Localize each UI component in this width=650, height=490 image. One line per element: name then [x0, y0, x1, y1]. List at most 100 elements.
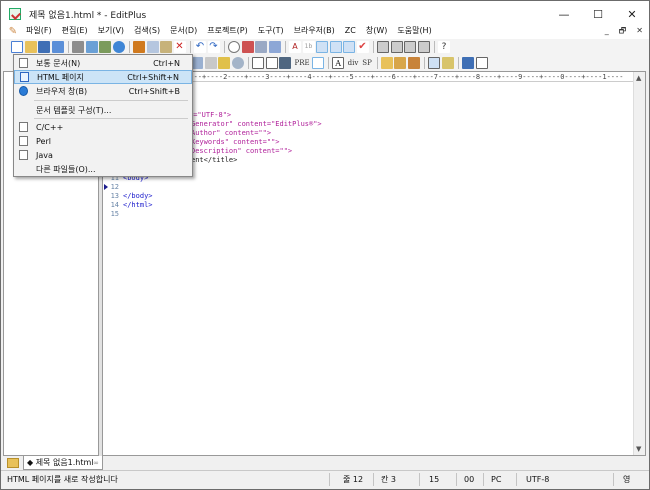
- toolbar-separator: [285, 41, 286, 53]
- spell-check-icon[interactable]: [99, 41, 111, 53]
- status-line-ending[interactable]: PC: [491, 474, 501, 486]
- save-all-icon[interactable]: [51, 41, 64, 53]
- browser-icon[interactable]: [112, 41, 125, 53]
- status-value: 00: [464, 475, 475, 484]
- status-bar: HTML 페이지를 새로 작성합니다 줄 12 칸 3 15 00 PC UTF…: [1, 470, 649, 489]
- html-preview-icon[interactable]: [462, 57, 475, 69]
- code-text: </html>: [123, 201, 153, 209]
- menu-zc[interactable]: ZC: [340, 23, 361, 39]
- menu-project[interactable]: 프로젝트(P): [202, 23, 253, 39]
- menu-item-label: HTML 페이지: [37, 72, 84, 82]
- status-encoding[interactable]: UTF-8: [526, 474, 549, 486]
- status-message: HTML 페이지를 새로 작성합니다: [7, 475, 118, 484]
- word-wrap-icon[interactable]: [316, 41, 328, 53]
- folder-icon[interactable]: [7, 458, 19, 468]
- font-icon[interactable]: A: [289, 41, 301, 53]
- status-divider: [373, 473, 374, 486]
- find-in-files-icon[interactable]: [268, 41, 281, 53]
- print-icon[interactable]: [72, 41, 84, 53]
- mdi-close-button[interactable]: ✕: [636, 23, 643, 39]
- vertical-scrollbar[interactable]: ▲ ▼: [633, 72, 645, 455]
- code-text: Description" content="">: [191, 147, 293, 155]
- html-color-icon[interactable]: [407, 57, 420, 69]
- html-font-icon[interactable]: A: [332, 57, 345, 69]
- find-icon[interactable]: [228, 41, 240, 53]
- open-folder-icon[interactable]: [24, 41, 37, 53]
- new-file-icon[interactable]: [11, 41, 23, 53]
- editplus-window: 제목 없음1.html * - EditPlus — ☐ ✕ ✎ 파일(F) 편…: [0, 0, 650, 490]
- fullscreen-icon[interactable]: [417, 41, 430, 53]
- save-icon[interactable]: [38, 41, 50, 53]
- code-line: 14 </html>: [103, 201, 631, 210]
- menu-browser[interactable]: 브라우저(B): [289, 23, 340, 39]
- menu-item-java[interactable]: Java: [14, 148, 192, 162]
- context-help-icon[interactable]: ?: [438, 41, 450, 53]
- perl-file-icon: [19, 136, 28, 146]
- mdi-restore-button[interactable]: 🗗: [619, 23, 627, 39]
- html-frame-icon[interactable]: [428, 57, 441, 69]
- line-number-icon[interactable]: [329, 41, 342, 53]
- html-style-icon[interactable]: [380, 57, 393, 69]
- code-line: 15: [103, 210, 631, 219]
- menu-search[interactable]: 검색(S): [129, 23, 165, 39]
- menu-file[interactable]: 파일(F): [21, 23, 57, 39]
- status-divider: [516, 473, 517, 486]
- paste-icon[interactable]: [160, 41, 172, 53]
- html-toolbar-options-icon[interactable]: [475, 57, 488, 69]
- html-script-icon[interactable]: [394, 57, 407, 69]
- html-paragraph-icon[interactable]: [279, 57, 291, 69]
- html-comment-icon[interactable]: [441, 57, 454, 69]
- html-image-icon[interactable]: [218, 57, 230, 69]
- pencil-icon: ✎: [8, 25, 18, 37]
- html-span-button[interactable]: SP: [362, 59, 372, 67]
- menu-item-perl[interactable]: Perl: [14, 134, 192, 148]
- menu-item-cpp[interactable]: C/C++: [14, 120, 192, 134]
- menu-item-label: 다른 파일들(O)...: [36, 164, 96, 174]
- delete-icon[interactable]: ✕: [173, 41, 186, 53]
- menu-window[interactable]: 창(W): [361, 23, 393, 39]
- menu-tools[interactable]: 도구(T): [253, 23, 289, 39]
- menu-edit[interactable]: 편집(E): [57, 23, 93, 39]
- html-form-icon[interactable]: [265, 57, 278, 69]
- menu-document[interactable]: 문서(D): [165, 23, 202, 39]
- undo-icon[interactable]: ↶: [194, 41, 206, 53]
- menu-item-browser-window[interactable]: 브라우저 창(B) Ctrl+Shift+B: [14, 84, 192, 98]
- html-pre-button[interactable]: PRE: [295, 59, 310, 67]
- scroll-down-icon[interactable]: ▼: [636, 445, 641, 453]
- scroll-up-icon[interactable]: ▲: [636, 74, 641, 82]
- menu-item-normal-document[interactable]: 보통 문서(N) Ctrl+N: [14, 56, 192, 70]
- check-icon[interactable]: ✔: [356, 41, 369, 53]
- html-page-icon: [20, 72, 29, 82]
- replace-icon[interactable]: [241, 41, 254, 53]
- status-line: 줄 12: [343, 475, 364, 484]
- menu-item-template-config[interactable]: 문서 템플릿 구성(T)...: [14, 103, 192, 117]
- mdi-minimize-button[interactable]: _: [605, 23, 609, 39]
- code-line: 13 </body>: [103, 192, 631, 201]
- html-anchor-icon[interactable]: [231, 57, 244, 69]
- view-output-icon[interactable]: [404, 41, 416, 53]
- tab-close-icon[interactable]: ∞: [93, 459, 99, 467]
- menu-view[interactable]: 보기(V): [93, 23, 129, 39]
- menu-item-shortcut: Ctrl+Shift+B: [128, 86, 180, 96]
- print-preview-icon[interactable]: [85, 41, 98, 53]
- current-line-marker-icon: [104, 184, 108, 190]
- menu-item-other-files[interactable]: 다른 파일들(O)...: [14, 162, 192, 176]
- menu-item-html-page[interactable]: HTML 페이지 Ctrl+Shift+N: [14, 70, 192, 84]
- html-div-button[interactable]: div: [348, 59, 359, 67]
- font-size-icon[interactable]: 1b: [302, 41, 315, 53]
- status-divider: [456, 473, 457, 486]
- cpp-file-icon: [19, 122, 28, 132]
- view-directory-icon[interactable]: [377, 41, 389, 53]
- html-hr-icon[interactable]: [204, 57, 217, 69]
- goto-line-icon[interactable]: [255, 41, 267, 53]
- menu-help[interactable]: 도움말(H): [392, 23, 436, 39]
- cut-icon[interactable]: [133, 41, 145, 53]
- document-tab[interactable]: ◆ 제목 없음1.html ∞: [23, 456, 103, 470]
- html-list-icon[interactable]: [311, 57, 324, 69]
- copy-icon[interactable]: [146, 41, 159, 53]
- html-table-icon[interactable]: [252, 57, 264, 69]
- view-cliptext-icon[interactable]: [390, 41, 403, 53]
- ruler-icon[interactable]: [343, 41, 355, 53]
- redo-icon[interactable]: ↷: [207, 41, 220, 53]
- status-ime: 영: [623, 475, 631, 484]
